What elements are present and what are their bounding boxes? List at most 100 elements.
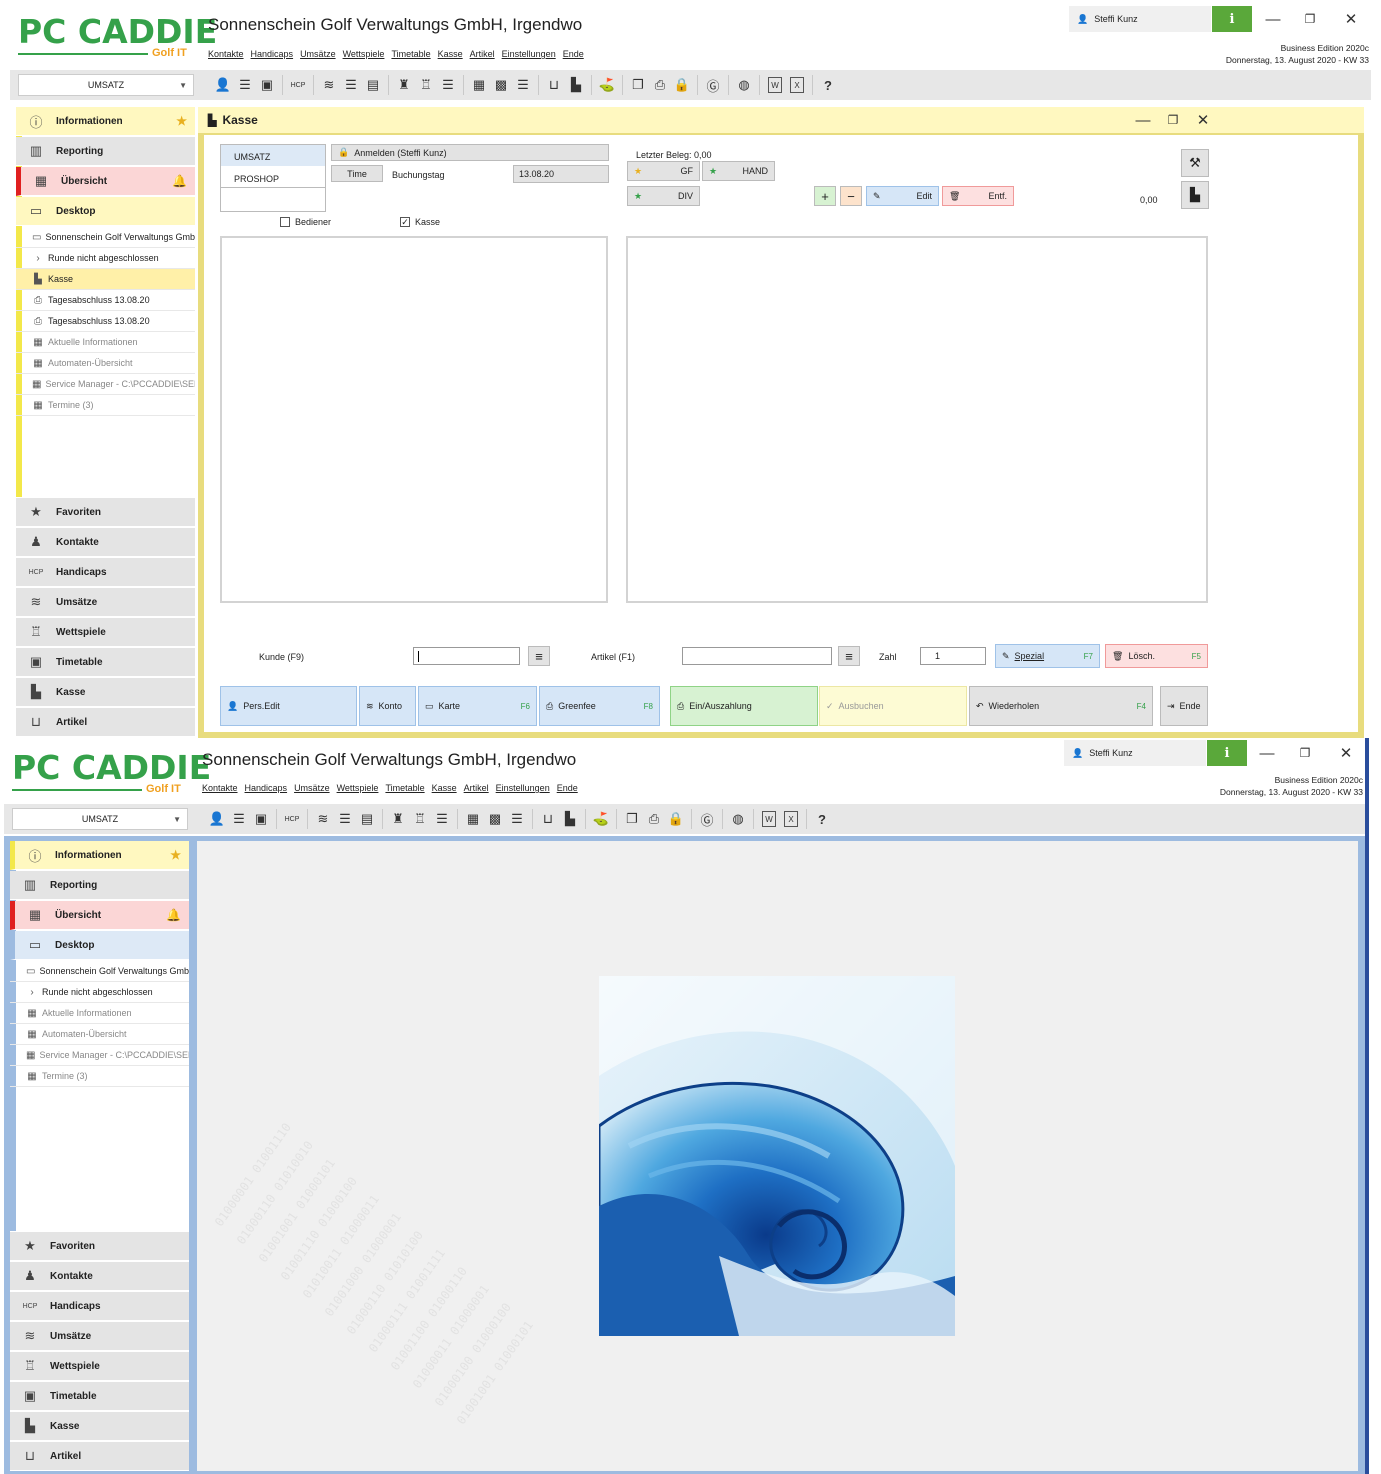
sidebar-item-timetable[interactable]: ▣ Timetable <box>10 1382 189 1411</box>
list-icon[interactable]: ☰ <box>506 808 528 830</box>
menu-umsaetze[interactable]: Umsätze <box>300 49 336 59</box>
contact-icon[interactable]: 👤 <box>212 74 234 96</box>
list-icon[interactable]: ☰ <box>334 808 356 830</box>
tab-umsatz[interactable]: UMSATZ <box>221 145 325 166</box>
edit-button[interactable]: ✎ Edit <box>866 186 939 206</box>
globe-icon[interactable]: ◍ <box>727 808 749 830</box>
user-box[interactable]: 👤 Steffi Kunz <box>1064 740 1206 766</box>
menu-einstellungen[interactable]: Einstellungen <box>496 783 550 793</box>
pers-edit-button[interactable]: 👤 Pers.Edit <box>220 686 357 726</box>
print-icon[interactable]: ⎙ <box>643 808 665 830</box>
print-icon[interactable]: ⎙ <box>649 74 671 96</box>
login-button[interactable]: 🔒 Anmelden (Steffi Kunz) <box>331 144 609 161</box>
menu-umsaetze[interactable]: Umsätze <box>294 783 330 793</box>
calendar-icon[interactable]: ▦ <box>462 808 484 830</box>
artikel-list-icon[interactable]: ≡ <box>838 646 860 666</box>
list-icon[interactable]: ☰ <box>234 74 256 96</box>
help-icon[interactable]: ? <box>811 808 833 830</box>
kasse-close-icon[interactable]: ✕ <box>1188 107 1218 133</box>
sidebar-subitem[interactable]: ▭ Sonnenschein Golf Verwaltungs GmbH <box>16 227 195 248</box>
globe-icon[interactable]: ◍ <box>733 74 755 96</box>
list-icon[interactable]: ☰ <box>228 808 250 830</box>
sidebar-item-timetable[interactable]: ▣ Timetable <box>16 648 195 677</box>
card-icon[interactable]: ▣ <box>256 74 278 96</box>
list-icon[interactable]: ☰ <box>340 74 362 96</box>
zahl-input[interactable]: 1 <box>920 647 986 665</box>
kunde-list-icon[interactable]: ≡ <box>528 646 550 666</box>
sidebar-subitem[interactable]: ▦ Termine (3) <box>10 1066 189 1087</box>
sidebar-subitem[interactable]: ▙ Kasse <box>16 269 195 290</box>
menu-einstellungen[interactable]: Einstellungen <box>502 49 556 59</box>
kasse-minimize-icon[interactable]: — <box>1128 107 1158 133</box>
menu-artikel[interactable]: Artikel <box>464 783 489 793</box>
document-icon[interactable]: ▤ <box>362 74 384 96</box>
list-icon[interactable]: ☰ <box>512 74 534 96</box>
calendar-person-icon[interactable]: ▩ <box>490 74 512 96</box>
window-icon[interactable]: ❐ <box>621 808 643 830</box>
sidebar-item-artikel[interactable]: ⊔ Artikel <box>16 708 195 737</box>
list-icon[interactable]: ☰ <box>431 808 453 830</box>
hcp-icon[interactable]: HCP <box>281 808 303 830</box>
sidebar-subitem[interactable]: ▭ Sonnenschein Golf Verwaltungs GmbH <box>10 961 189 982</box>
sidebar-item-desktop[interactable]: ▭ Desktop <box>16 197 195 226</box>
sidebar-item-artikel[interactable]: ⊔ Artikel <box>10 1442 189 1471</box>
trophy-icon[interactable]: ♜ <box>393 74 415 96</box>
tab-proshop[interactable]: PROSHOP <box>221 167 325 188</box>
sidebar-item-kontakte[interactable]: ♟ Kontakte <box>16 528 195 557</box>
close-icon[interactable]: ✕ <box>1336 6 1366 32</box>
sidebar-item-informationen[interactable]: ⓘ Informationen ★ <box>16 107 195 136</box>
sidebar-subitem[interactable]: ▦ Automaten-Übersicht <box>10 1024 189 1045</box>
excel-icon[interactable]: X <box>784 811 798 827</box>
menu-timetable[interactable]: Timetable <box>385 783 424 793</box>
quick-hand-button[interactable]: ★ HAND <box>702 161 775 181</box>
calendar-person-icon[interactable]: ▩ <box>484 808 506 830</box>
tee-icon[interactable]: ⛳ <box>596 74 618 96</box>
restore-icon[interactable]: ❐ <box>1290 740 1320 766</box>
wiederholen-button[interactable]: ↶ Wiederholen F4 <box>969 686 1153 726</box>
coins-icon[interactable]: ≋ <box>318 74 340 96</box>
sidebar-item-kasse[interactable]: ▙ Kasse <box>10 1412 189 1441</box>
menu-timetable[interactable]: Timetable <box>391 49 430 59</box>
sidebar-subitem[interactable]: › Runde nicht abgeschlossen <box>10 982 189 1003</box>
g-circle-icon[interactable]: Ⓖ <box>702 74 724 96</box>
tee-icon[interactable]: ⛳ <box>590 808 612 830</box>
list-icon[interactable]: ☰ <box>437 74 459 96</box>
sidebar-item-wettspiele[interactable]: ♖ Wettspiele <box>16 618 195 647</box>
sidebar-subitem[interactable]: ▦Service Manager - C:\PCCADDIE\SERVICE <box>16 374 195 395</box>
menu-ende[interactable]: Ende <box>557 783 578 793</box>
buchungstag-field[interactable]: 13.08.20 <box>513 165 609 183</box>
menu-wettspiele[interactable]: Wettspiele <box>343 49 385 59</box>
kasse-restore-icon[interactable]: ❐ <box>1158 107 1188 133</box>
sidebar-item-wettspiele[interactable]: ♖ Wettspiele <box>10 1352 189 1381</box>
sidebar-subitem[interactable]: › Runde nicht abgeschlossen <box>16 248 195 269</box>
sidebar-subitem[interactable]: ▦Service Manager - C:\PCCADDIE\SERVICE <box>10 1045 189 1066</box>
sidebar-subitem[interactable]: ⎙ Tagesabschluss 13.08.20 <box>16 290 195 311</box>
sidebar-item-handicaps[interactable]: HCP Handicaps <box>10 1292 189 1321</box>
karte-button[interactable]: ▭ Karte F6 <box>418 686 537 726</box>
cart-icon[interactable]: ⊔ <box>537 808 559 830</box>
desktop-area[interactable]: 01000001 01001110 01000110 01010010 010010… <box>197 841 1358 1471</box>
sidebar-item-handicaps[interactable]: HCP Handicaps <box>16 558 195 587</box>
kunde-input[interactable] <box>413 647 520 665</box>
document-icon[interactable]: ▤ <box>356 808 378 830</box>
ein-auszahlung-button[interactable]: ⎙ Ein/Auszahlung <box>670 686 818 726</box>
ausbuchen-button[interactable]: ✓ Ausbuchen <box>819 686 967 726</box>
menu-wettspiele[interactable]: Wettspiele <box>337 783 379 793</box>
sidebar-item-umstze[interactable]: ≋ Umsätze <box>16 588 195 617</box>
sidebar-subitem[interactable]: ▦ Aktuelle Informationen <box>10 1003 189 1024</box>
g-circle-icon[interactable]: Ⓖ <box>696 808 718 830</box>
word-icon[interactable]: W <box>768 77 782 93</box>
menu-handicaps[interactable]: Handicaps <box>251 49 294 59</box>
menu-ende[interactable]: Ende <box>563 49 584 59</box>
hcp-icon[interactable]: HCP <box>287 74 309 96</box>
calendar-icon[interactable]: ▦ <box>468 74 490 96</box>
ende-button[interactable]: ⇥ Ende <box>1160 686 1208 726</box>
konto-button[interactable]: ≋ Konto <box>359 686 416 726</box>
sidebar-item-uebersicht[interactable]: ▦ Übersicht 🔔 <box>16 167 195 196</box>
magic-wand-icon[interactable]: ⚒ <box>1181 149 1209 177</box>
menu-kontakte[interactable]: Kontakte <box>208 49 244 59</box>
minimize-icon[interactable]: — <box>1258 6 1288 32</box>
close-icon[interactable]: ✕ <box>1331 740 1361 766</box>
trophy-icon[interactable]: ♜ <box>387 808 409 830</box>
plus-icon[interactable]: + <box>814 186 836 206</box>
